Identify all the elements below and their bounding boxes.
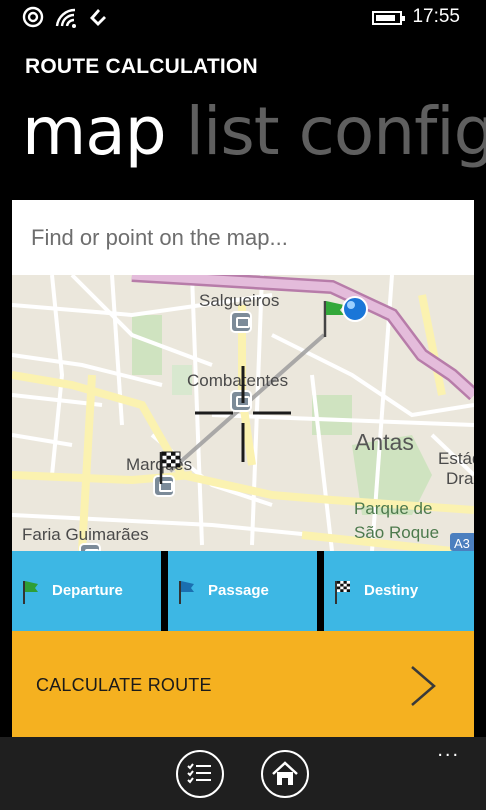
- map-label-estadio: Estád: [438, 449, 474, 468]
- data-sync-icon: [22, 6, 44, 28]
- destiny-label: Destiny: [364, 582, 419, 599]
- map-label-sao-roque: São Roque: [354, 523, 440, 542]
- calculate-route-button[interactable]: CALCULATE ROUTE: [12, 631, 474, 737]
- status-bar: 17:55: [0, 0, 486, 34]
- map-label-antas: Antas: [355, 429, 414, 455]
- passage-button[interactable]: Passage: [168, 551, 317, 631]
- battery-icon: [372, 11, 405, 25]
- crosshair-icon: [195, 366, 291, 462]
- road-sign-label: A3: [454, 536, 470, 551]
- checkered-flag-icon: [335, 581, 350, 604]
- point-type-selector: Departure Passage Destiny: [12, 551, 474, 631]
- metro-station-icon: [230, 311, 252, 333]
- home-button[interactable]: [261, 750, 309, 798]
- map-label-salgueiros: Salgueiros: [199, 291, 280, 310]
- pivot-header: map list config: [22, 92, 486, 172]
- home-icon: [272, 761, 298, 785]
- green-flag-icon: [23, 581, 38, 604]
- list-button[interactable]: [176, 750, 224, 798]
- search-box: [12, 200, 474, 275]
- chevron-right-icon: [411, 666, 436, 706]
- pivot-tab-list[interactable]: list: [186, 92, 280, 172]
- destiny-flag-icon[interactable]: [158, 450, 184, 484]
- metro-station-icon: [79, 543, 101, 551]
- map-label-faria: Faria Guimarães: [22, 525, 149, 544]
- network-icon: [90, 9, 106, 26]
- more-options-button[interactable]: ...: [437, 740, 460, 760]
- app-bar: ...: [0, 737, 486, 810]
- map-view[interactable]: A3 Salgueiros Combatentes Antas Marquês …: [12, 275, 474, 551]
- pivot-tab-map[interactable]: map: [22, 92, 167, 172]
- calculate-route-label: CALCULATE ROUTE: [36, 675, 212, 695]
- search-input[interactable]: [12, 200, 474, 275]
- destiny-button[interactable]: Destiny: [324, 551, 474, 631]
- map-label-parque: Parque de: [354, 499, 433, 518]
- wifi-icon: [55, 8, 76, 28]
- map-label-estadio-2: Dra: [446, 469, 474, 488]
- blue-flag-icon: [179, 581, 194, 604]
- location-dot-icon: [342, 296, 368, 322]
- departure-button[interactable]: Departure: [12, 551, 161, 631]
- pivot-tab-config[interactable]: config: [299, 92, 486, 172]
- checklist-icon: [187, 763, 211, 784]
- status-clock: 17:55: [412, 6, 460, 27]
- app-title: ROUTE CALCULATION: [25, 55, 258, 78]
- passage-label: Passage: [208, 582, 269, 599]
- departure-label: Departure: [52, 582, 123, 599]
